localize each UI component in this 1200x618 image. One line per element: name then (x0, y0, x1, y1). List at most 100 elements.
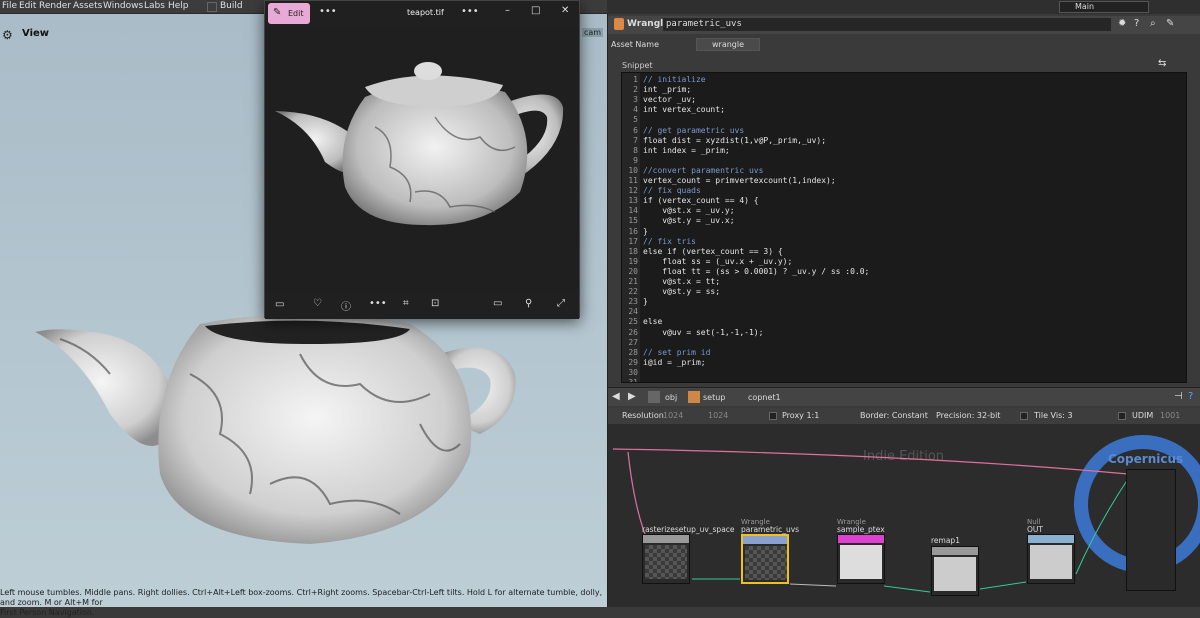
line-number: 25 (628, 317, 638, 327)
snippet-menu-icon[interactable]: ⇆ (1158, 58, 1166, 69)
minimize-icon[interactable]: – (505, 5, 510, 16)
edit-icon: ✎ (273, 7, 282, 18)
line-number: 28 (628, 347, 638, 357)
build-tab[interactable]: Build (220, 1, 243, 11)
tile-vis-label: Tile Vis: 3 (1034, 411, 1073, 420)
line-gutter: 1 2 3 4 5 6 7 8 9 10 11 12 13 14 15 16 17 18 19 20 21 22 23 24 2… (622, 73, 640, 382)
udim-label: UDIM (1132, 411, 1154, 420)
udim-value[interactable]: 1001 (1160, 411, 1180, 420)
line-number: 21 (628, 277, 638, 286)
more-icon[interactable]: ••• (319, 6, 337, 17)
photo-title-bar: Edit ✎ ••• teapot.tif ••• – □ ✕ (265, 1, 579, 27)
path-copnet[interactable]: copnet1 (748, 393, 781, 402)
status-line-1: Left mouse tumbles. Middle pans. Right d… (0, 588, 603, 607)
proxy-checkbox[interactable] (769, 412, 777, 420)
filmstrip-icon[interactable]: ▭ (275, 299, 284, 310)
text-scan-icon[interactable]: ⊡ (431, 298, 439, 309)
code-line: else (643, 317, 663, 327)
line-number: 12 (628, 186, 638, 196)
fit-icon[interactable]: ▭ (493, 298, 502, 309)
tile-vis-checkbox[interactable] (1020, 412, 1028, 420)
photo-image (275, 62, 564, 226)
node-remap[interactable] (931, 546, 979, 596)
fullscreen-icon[interactable]: ⤢ (557, 298, 565, 309)
line-number: 16 (628, 226, 638, 236)
code-line: int index = _prim; (643, 145, 730, 155)
path-setup[interactable]: setup (703, 393, 725, 402)
code-line: i@id = _prim; (643, 357, 706, 367)
code-line: // fix quads (643, 186, 701, 196)
line-number: 30 (628, 367, 638, 377)
line-number: 10 (628, 165, 638, 175)
back-icon[interactable]: ◀ (612, 391, 620, 402)
forward-icon[interactable]: ▶ (628, 391, 636, 402)
maximize-icon[interactable]: □ (531, 5, 540, 16)
close-icon[interactable]: ✕ (561, 5, 569, 16)
precision[interactable]: Precision: 32-bit (936, 411, 1000, 420)
path-obj[interactable]: obj (665, 393, 677, 402)
setup-icon (688, 391, 700, 403)
line-number: 18 (628, 246, 638, 256)
heart-icon[interactable]: ♡ (313, 298, 322, 309)
line-number: 9 (633, 155, 638, 165)
pin-icon[interactable]: ⊣ (1174, 391, 1183, 402)
wrangle-icon (614, 18, 624, 30)
node-parametric-uvs[interactable] (741, 534, 789, 584)
desktop-strip: Main (607, 0, 1200, 14)
more-icon-3[interactable]: ••• (369, 298, 387, 309)
code-line: float tt = (ss > 0.0001) ? _uv.y / ss :0… (643, 266, 870, 276)
line-number: 4 (633, 105, 638, 115)
code-line: //convert paramentric uvs (643, 165, 764, 175)
line-number: 22 (628, 287, 638, 297)
code-line: } (643, 226, 648, 236)
line-number: 13 (628, 196, 638, 206)
crop-icon[interactable]: ⌗ (403, 298, 409, 309)
code-line: v@st.x = tt; (643, 277, 721, 286)
udim-checkbox[interactable] (1118, 412, 1126, 420)
line-number: 26 (628, 327, 638, 337)
code-line: float dist = xyzdist(1,v@P,_prim,_uv); (643, 135, 827, 145)
network-editor[interactable]: Indie Edition Copernicus rasterizesetup_… (608, 424, 1200, 607)
brush-icon[interactable]: ✎ (1166, 18, 1174, 29)
photo-toolbar: ▭ ♡ ⓘ ••• ⌗ ⊡ ▭ ⚲ ⤢ (265, 291, 579, 319)
node-label: rasterizesetup_uv_space (642, 525, 735, 534)
menu-assets[interactable]: Assets (73, 1, 102, 11)
asset-name-select[interactable]: wrangle (696, 38, 760, 51)
menu-edit[interactable]: Edit (19, 1, 36, 11)
menu-render[interactable]: Render (39, 1, 71, 11)
menu-labs[interactable]: Labs (144, 1, 165, 11)
zoom-icon[interactable]: ⚲ (525, 298, 532, 309)
node-rasterizesetup[interactable] (642, 534, 690, 584)
line-number: 2 (633, 85, 638, 95)
search-icon[interactable]: ⌕ (1150, 18, 1156, 29)
output-node[interactable] (1126, 469, 1176, 591)
menu-windows[interactable]: Windows (103, 1, 143, 11)
code-line: // get parametric uvs (643, 125, 745, 135)
menu-file[interactable]: File (2, 1, 17, 11)
node-sample-ptex[interactable] (837, 534, 885, 584)
resolution-label: Resolution (622, 411, 664, 420)
node-out[interactable] (1027, 534, 1075, 584)
gear-icon[interactable]: ✹ (1118, 18, 1126, 29)
line-number: 20 (628, 266, 638, 276)
help-icon[interactable]: ? (1134, 18, 1139, 29)
code-line: } (643, 297, 648, 307)
code-editor[interactable]: 1 2 3 4 5 6 7 8 9 10 11 12 13 14 15 16 17 18 19 20 21 22 23 24 2… (621, 72, 1187, 383)
parameter-pane: Wrangle parametric_uvs ✹ ? ⌕ ✎ Asset Nam… (607, 14, 1200, 607)
res-y[interactable]: 1024 (708, 411, 728, 420)
border-mode[interactable]: Border: Constant (860, 411, 928, 420)
res-x[interactable]: 1024 (663, 411, 683, 420)
node-name-field[interactable]: parametric_uvs (663, 18, 1111, 31)
node-label: parametric_uvs (741, 525, 800, 534)
code-line: float ss = (_uv.x + _uv.y); (643, 256, 793, 266)
menu-help[interactable]: Help (168, 1, 189, 11)
photo-viewer-window: Edit ✎ ••• teapot.tif ••• – □ ✕ ▭ ♡ ⓘ ••… (264, 0, 580, 319)
info-icon[interactable]: ⓘ (341, 298, 351, 313)
desktop-select[interactable]: Main (1059, 1, 1149, 13)
more-icon-2[interactable]: ••• (461, 6, 479, 17)
help-circle-icon[interactable]: ? (1188, 391, 1193, 402)
line-number: 8 (633, 145, 638, 155)
code-line: v@st.y = _uv.x; (643, 216, 735, 226)
line-number: 14 (628, 206, 638, 216)
node-label: OUT (1027, 525, 1043, 534)
